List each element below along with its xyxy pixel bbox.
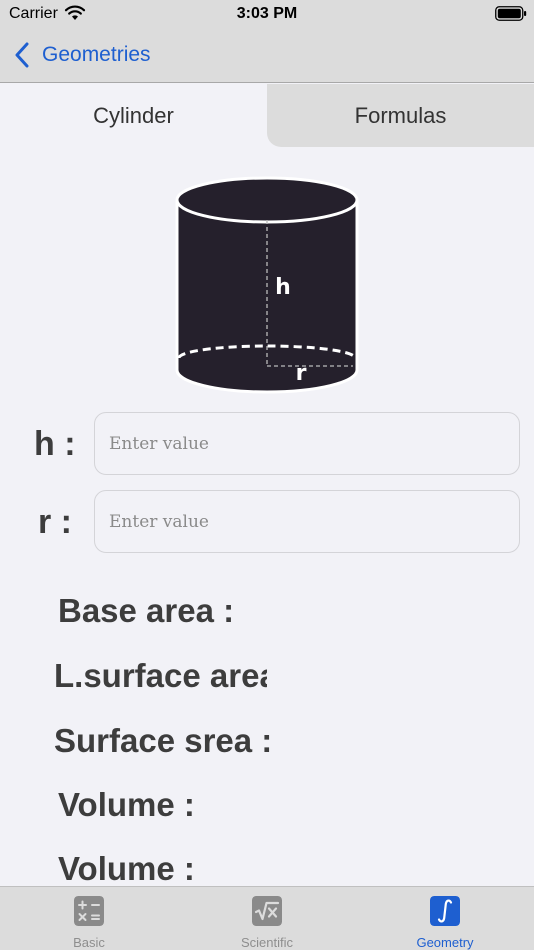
tab-formulas[interactable]: Formulas [267, 84, 534, 147]
tab-geometry[interactable]: Geometry [356, 887, 534, 950]
back-button-label: Geometries [42, 43, 151, 66]
integral-icon [430, 896, 460, 926]
status-time: 3:03 PM [236, 5, 298, 22]
volume-result-2: Volume : [58, 850, 195, 887]
height-input-label: h : [34, 425, 76, 463]
navigation-bar: Geometries [0, 28, 534, 83]
radius-input[interactable] [94, 490, 520, 553]
volume-result: Volume : [58, 786, 195, 823]
tab-scientific[interactable]: Scientific [178, 887, 356, 950]
radius-label: r [296, 361, 307, 386]
tab-basic-label: Basic [73, 935, 105, 950]
radius-input-label: r : [38, 503, 72, 541]
square-root-icon [252, 896, 282, 926]
tab-basic[interactable]: Basic [0, 887, 178, 950]
chevron-left-icon [15, 42, 29, 68]
calculator-icon [74, 896, 104, 926]
tab-scientific-label: Scientific [240, 935, 294, 950]
tab-cylinder[interactable]: Cylinder [0, 84, 267, 147]
battery-icon [495, 6, 527, 21]
back-button[interactable]: Geometries [14, 40, 151, 70]
status-bar: Carrier 3:03 PM [0, 0, 534, 28]
bottom-tab-bar: Basic Scientific Geometry [0, 886, 534, 950]
tab-geometry-label: Geometry [416, 935, 474, 950]
cylinder-top [175, 176, 359, 224]
height-label: h [275, 275, 291, 300]
cylinder-diagram: h r [175, 176, 359, 394]
surface-area-result: Surface srea : [54, 722, 273, 759]
height-input[interactable] [94, 412, 520, 475]
lateral-surface-area-result: L.surface area : [54, 657, 267, 694]
base-area-result: Base area : [58, 592, 235, 629]
